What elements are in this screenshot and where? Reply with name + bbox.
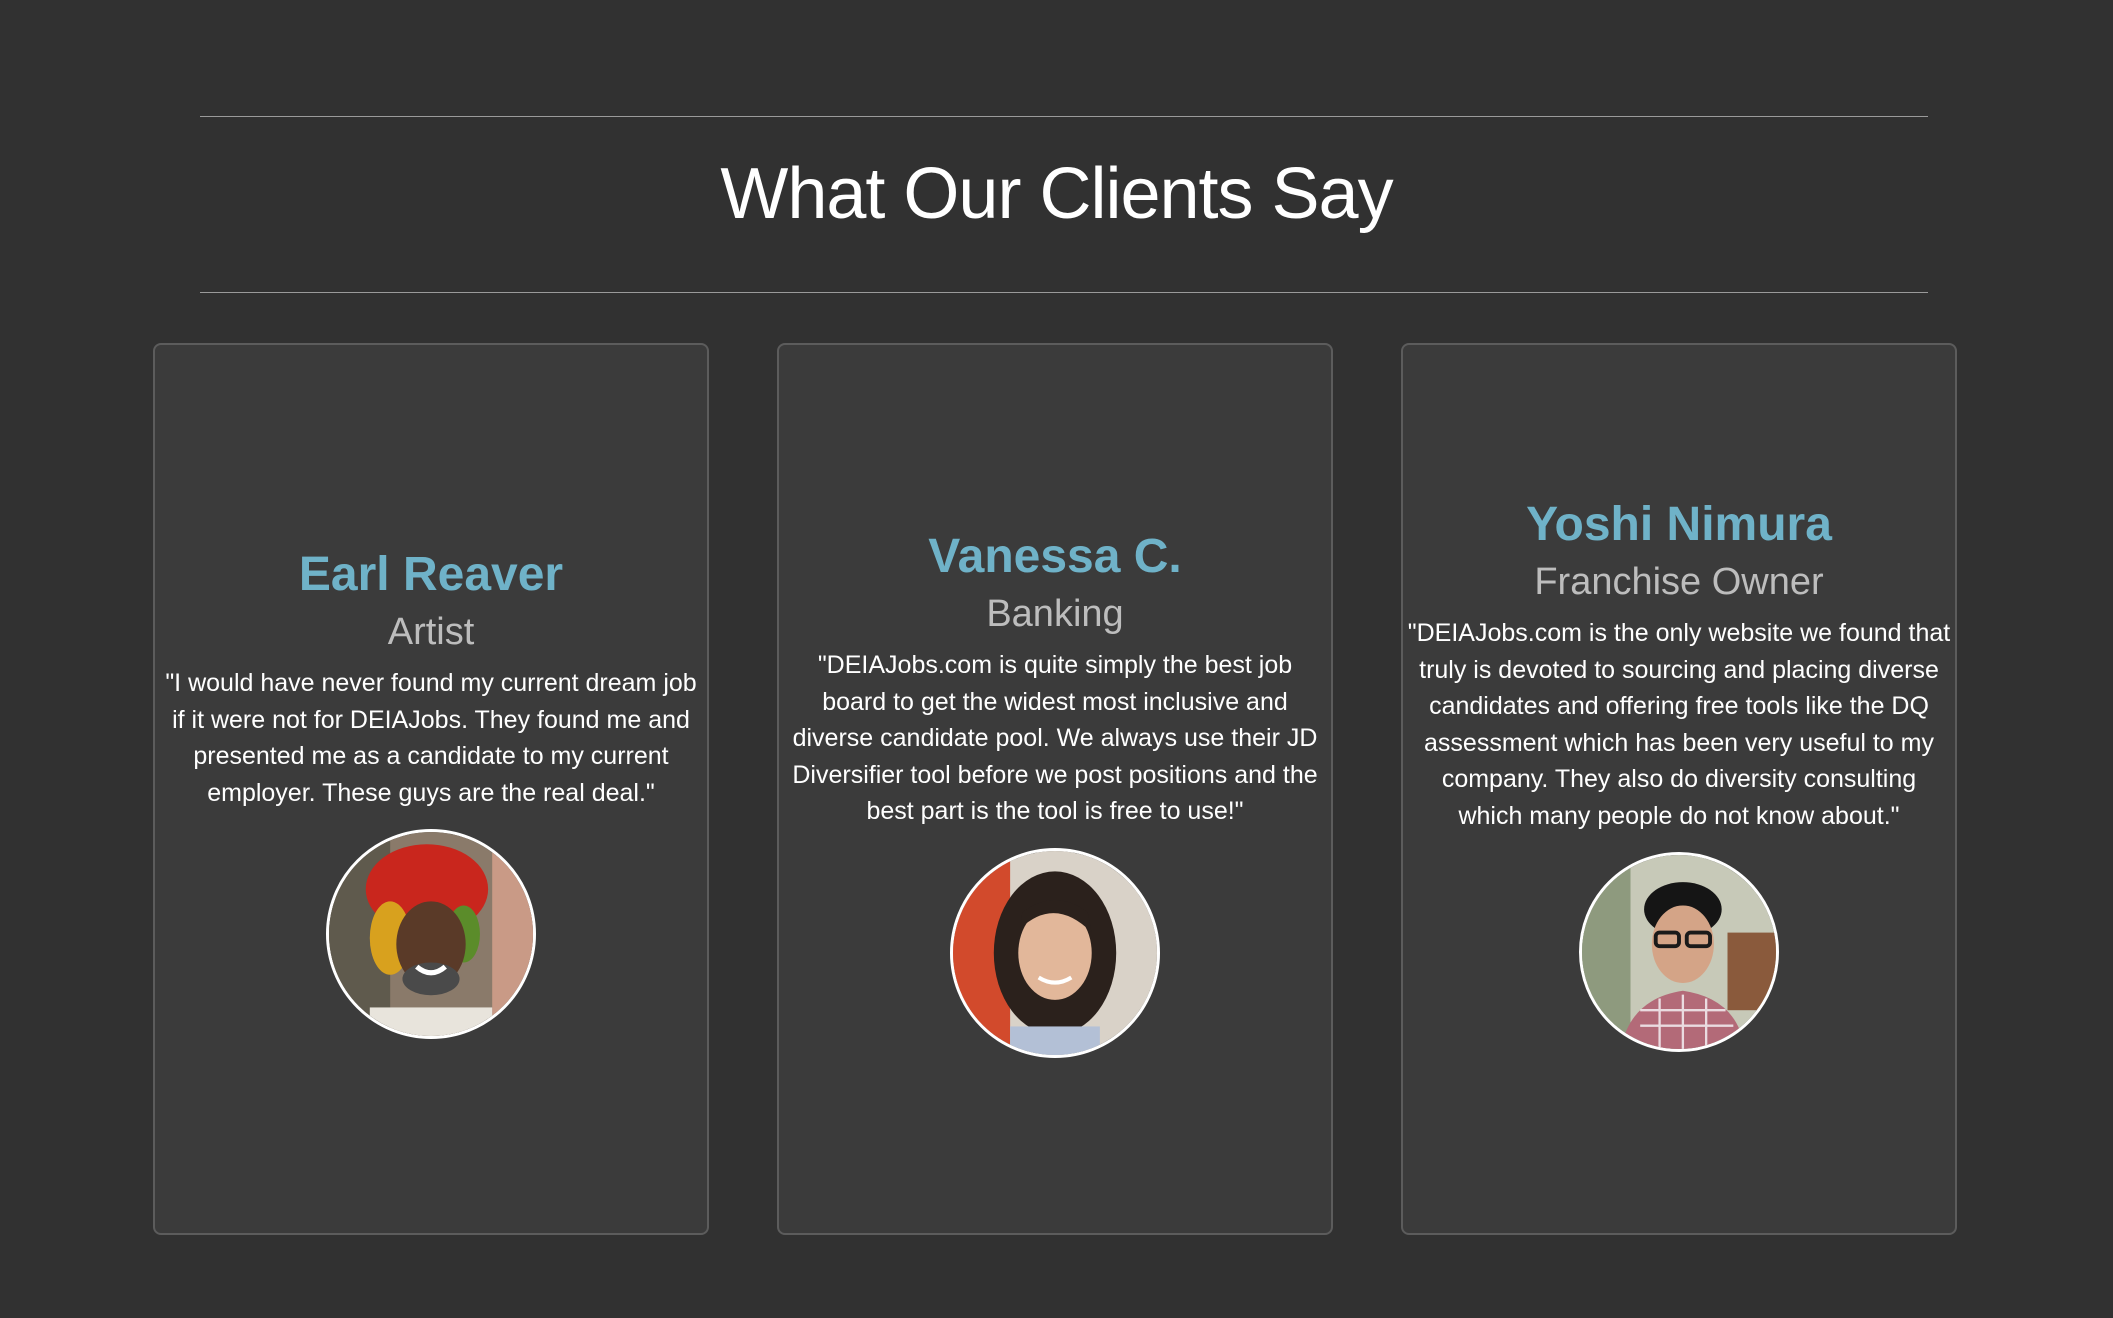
testimonial-quote: "DEIAJobs.com is quite simply the best j…	[792, 651, 1318, 825]
title-top-divider	[200, 116, 1928, 117]
testimonial-content: Vanessa C. Banking "DEIAJobs.com is quit…	[779, 529, 1331, 1058]
client-name: Earl Reaver	[298, 548, 564, 601]
title-bottom-divider	[200, 292, 1928, 293]
client-avatar	[326, 829, 536, 1039]
client-photo	[953, 850, 1157, 1055]
client-photo	[329, 832, 533, 1036]
section-title: What Our Clients Say	[720, 154, 1393, 234]
testimonial-card-yoshi-nimura: Yoshi Nimura Franchise Owner "DEIAJobs.c…	[1401, 343, 1957, 1235]
testimonial-quote: "DEIAJobs.com is the only website we fou…	[1407, 619, 1951, 830]
client-role: Franchise Owner	[1534, 561, 1824, 603]
client-avatar	[1579, 852, 1779, 1052]
client-role: Artist	[387, 611, 475, 653]
client-name: Yoshi Nimura	[1526, 498, 1832, 551]
testimonial-quote: "I would have never found my current dre…	[165, 669, 697, 807]
testimonial-card-vanessa-c: Vanessa C. Banking "DEIAJobs.com is quit…	[777, 343, 1333, 1235]
client-photo	[1582, 855, 1776, 1049]
client-avatar	[950, 847, 1160, 1058]
testimonial-content: Earl Reaver Artist "I would have never f…	[155, 547, 707, 1039]
testimonial-card-earl-reaver: Earl Reaver Artist "I would have never f…	[153, 343, 709, 1235]
client-name: Vanessa C.	[928, 530, 1182, 583]
testimonial-content: Yoshi Nimura Franchise Owner "DEIAJobs.c…	[1403, 497, 1955, 1052]
client-role: Banking	[986, 593, 1124, 635]
